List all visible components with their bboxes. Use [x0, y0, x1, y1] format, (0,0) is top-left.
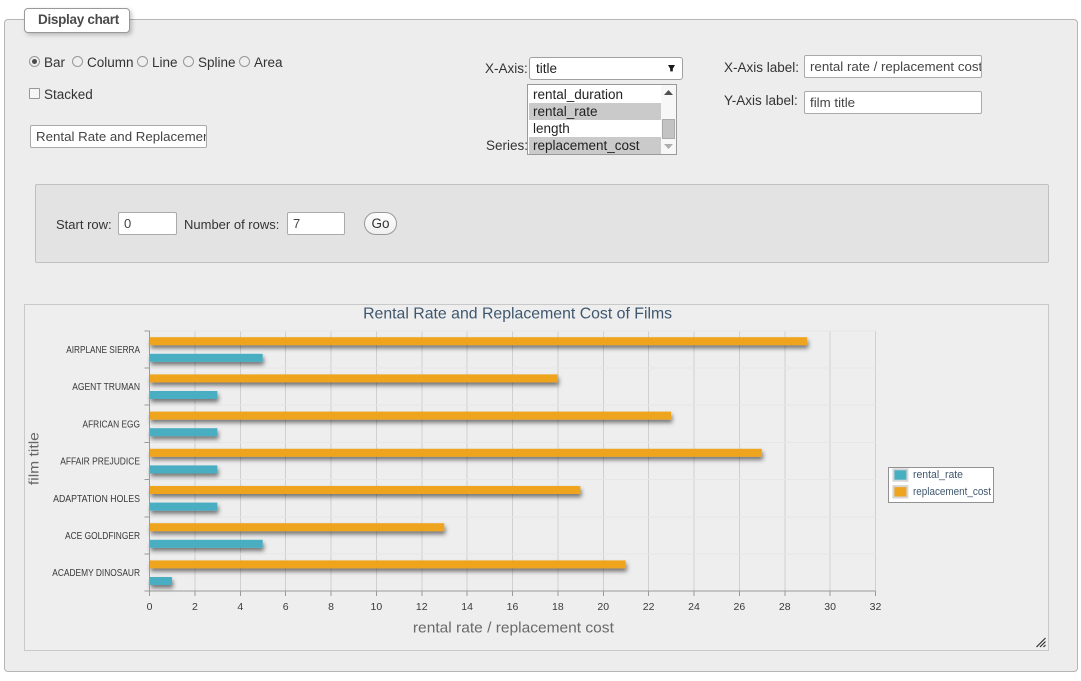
svg-text:24: 24 [688, 601, 700, 613]
svg-text:10: 10 [371, 601, 383, 613]
svg-text:26: 26 [734, 601, 746, 613]
svg-text:28: 28 [779, 601, 791, 613]
svg-text:replacement_cost: replacement_cost [913, 486, 991, 498]
svg-text:32: 32 [870, 601, 882, 613]
svg-text:rental_rate: rental_rate [913, 469, 963, 481]
svg-text:6: 6 [283, 601, 289, 613]
svg-text:16: 16 [507, 601, 519, 613]
svg-text:ACE GOLDFINGER: ACE GOLDFINGER [65, 530, 140, 542]
svg-text:AFRICAN EGG: AFRICAN EGG [83, 418, 141, 430]
svg-text:8: 8 [328, 601, 334, 613]
svg-text:ADAPTATION HOLES: ADAPTATION HOLES [53, 493, 140, 505]
svg-text:Rental Rate and Replacement Co: Rental Rate and Replacement Cost of Film… [363, 306, 672, 323]
svg-text:0: 0 [147, 601, 153, 613]
svg-text:AGENT TRUMAN: AGENT TRUMAN [72, 381, 140, 393]
svg-text:ACADEMY DINOSAUR: ACADEMY DINOSAUR [52, 567, 140, 579]
svg-text:rental rate / replacement cost: rental rate / replacement cost [413, 621, 614, 637]
svg-text:22: 22 [643, 601, 655, 613]
svg-text:film title: film title [27, 432, 42, 485]
svg-text:4: 4 [237, 601, 243, 613]
svg-text:AFFAIR PREJUDICE: AFFAIR PREJUDICE [60, 456, 140, 468]
svg-text:2: 2 [192, 601, 198, 613]
svg-text:12: 12 [416, 601, 428, 613]
svg-text:14: 14 [461, 601, 473, 613]
svg-text:20: 20 [597, 601, 609, 613]
svg-text:AIRPLANE SIERRA: AIRPLANE SIERRA [66, 344, 140, 356]
svg-text:18: 18 [552, 601, 564, 613]
svg-text:30: 30 [824, 601, 836, 613]
